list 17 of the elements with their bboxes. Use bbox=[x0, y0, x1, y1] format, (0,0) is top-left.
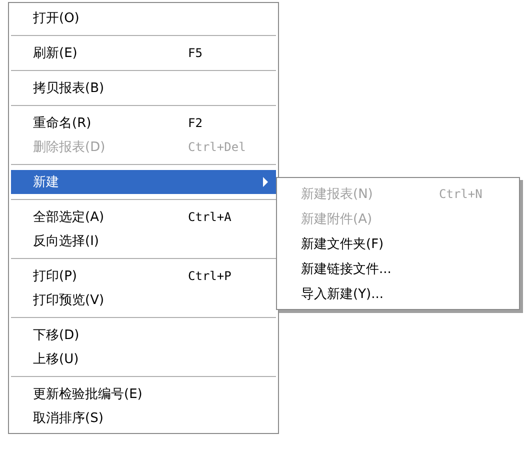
menu-item[interactable]: 打印预览(V) bbox=[11, 288, 276, 312]
menu-item[interactable]: 新建文件夹(F) bbox=[279, 231, 517, 256]
menu-item[interactable]: 重命名(R) F2 bbox=[11, 111, 276, 135]
menu-item[interactable]: 打印(P) Ctrl+P bbox=[11, 264, 276, 288]
menu-item[interactable]: 取消排序(S) bbox=[11, 406, 276, 430]
menu-item[interactable]: 全部选定(A) Ctrl+A bbox=[11, 205, 276, 229]
menu-item[interactable]: 导入新建(Y)... bbox=[279, 281, 517, 306]
menu-item[interactable]: 新建 bbox=[11, 170, 276, 194]
menu-item[interactable]: 更新检验批编号(E) bbox=[11, 382, 276, 406]
menu-item[interactable]: 下移(D) bbox=[11, 323, 276, 347]
menu-item[interactable]: 刷新(E) F5 bbox=[11, 41, 276, 65]
menu-item[interactable]: 打开(O) bbox=[11, 6, 276, 30]
menu-item[interactable]: 新建链接文件... bbox=[279, 256, 517, 281]
menu-item[interactable]: 上移(U) bbox=[11, 347, 276, 371]
menu-item[interactable]: 拷贝报表(B) bbox=[11, 76, 276, 100]
menu-item[interactable]: 反向选择(I) bbox=[11, 229, 276, 253]
submenu-arrow-icon bbox=[263, 177, 268, 187]
